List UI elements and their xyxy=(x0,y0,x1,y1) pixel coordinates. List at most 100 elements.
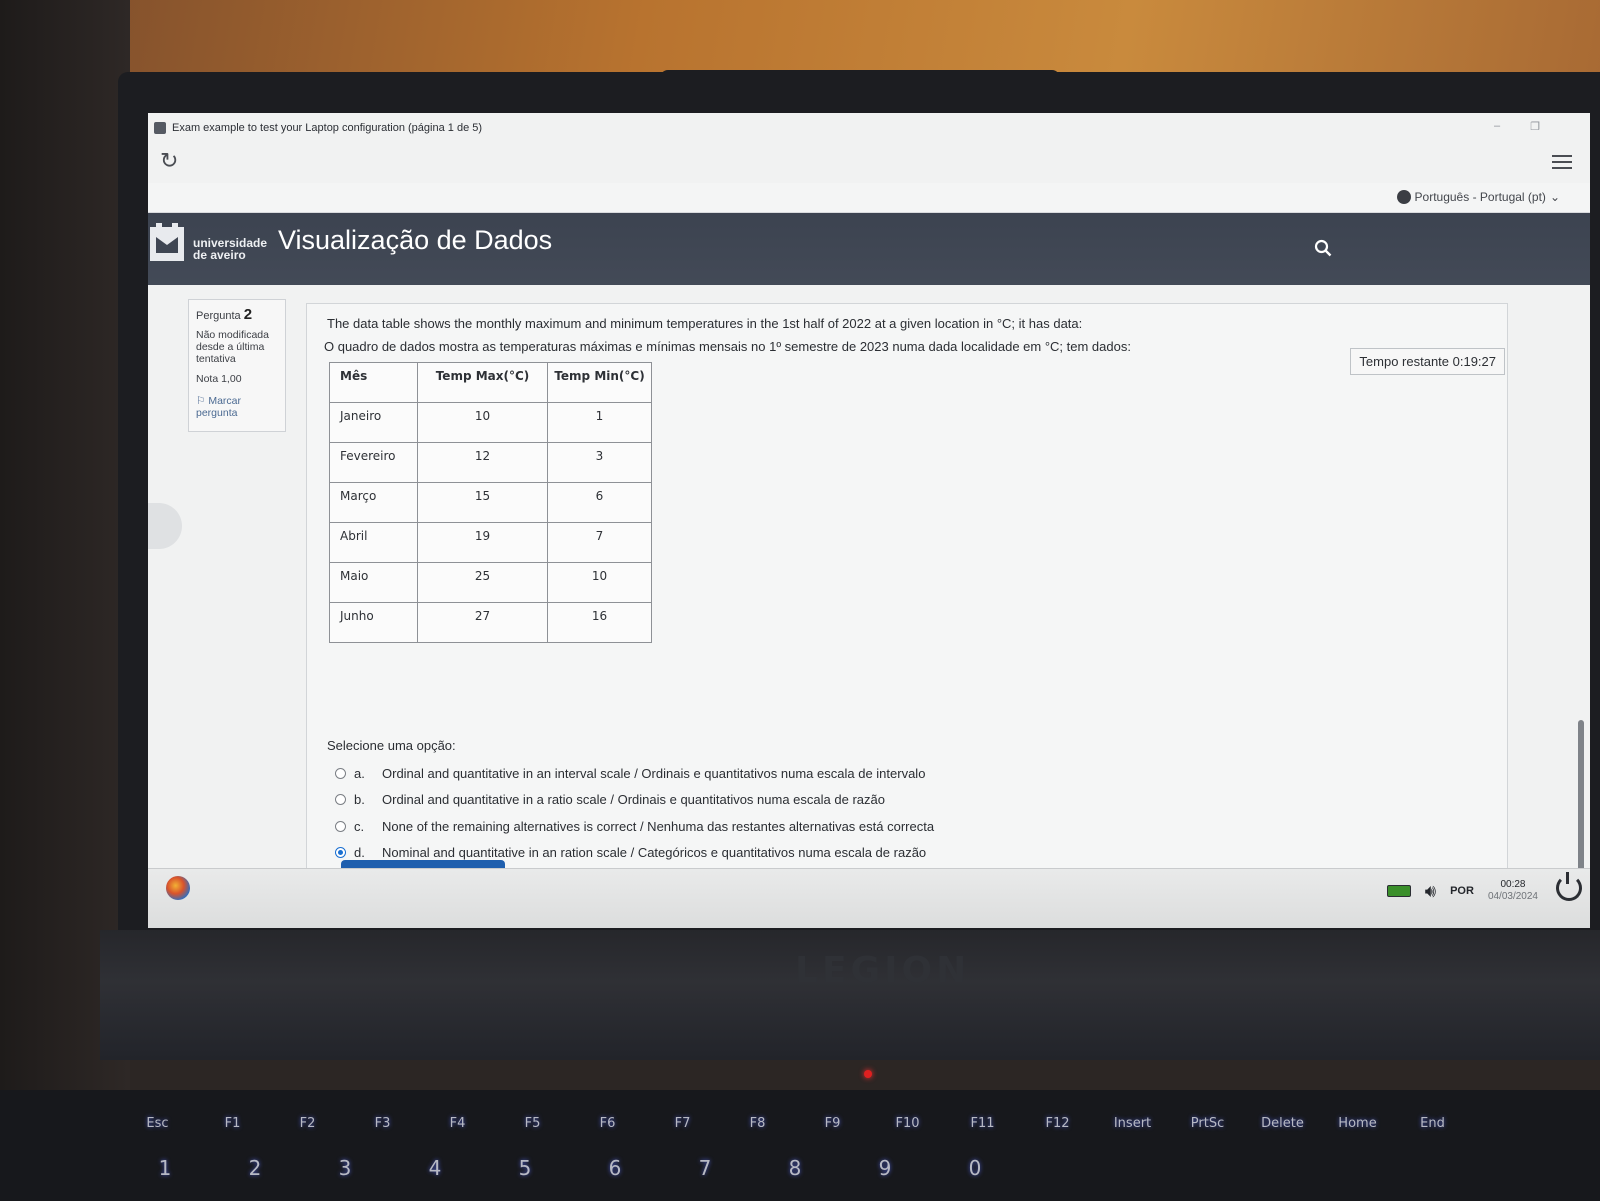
question-label: Pergunta xyxy=(196,310,241,322)
function-key-row: Esc F1 F2 F3 F4 F5 F6 F7 F8 F9 F10 F11 F… xyxy=(120,1116,1470,1131)
option-b[interactable]: b. Ordinal and quantitative in a ratio s… xyxy=(335,787,934,814)
start-menu-icon[interactable] xyxy=(166,876,190,900)
course-title[interactable]: Visualização de Dados xyxy=(278,225,552,256)
key: PrtSc xyxy=(1190,1116,1225,1131)
minimize-button[interactable]: – xyxy=(1494,120,1500,133)
key: F2 xyxy=(299,1116,316,1131)
power-icon[interactable] xyxy=(1556,872,1582,901)
clock-date: 04/03/2024 xyxy=(1487,891,1538,902)
key: 6 xyxy=(608,1156,622,1180)
option-a[interactable]: a. Ordinal and quantitative in an interv… xyxy=(335,760,934,787)
flag-icon: ⚐ xyxy=(196,395,206,407)
system-tray: 🔊︎ POR 00:28 04/03/2024 xyxy=(1386,879,1538,903)
radio-option-a[interactable] xyxy=(335,767,346,779)
key: End xyxy=(1420,1116,1445,1131)
radio-option-b[interactable] xyxy=(335,794,346,806)
radio-option-c[interactable] xyxy=(335,820,346,832)
question-state: Não modificada desde a última tentativa xyxy=(196,329,269,365)
table-cell: 15 xyxy=(417,482,548,523)
table-cell: 10 xyxy=(547,562,652,603)
key: 3 xyxy=(338,1156,352,1180)
key: F11 xyxy=(970,1116,995,1131)
table-cell: 16 xyxy=(547,602,652,643)
table-row: Abril 19 7 xyxy=(329,522,652,563)
key: F9 xyxy=(824,1116,841,1131)
table-cell: 25 xyxy=(417,562,548,603)
search-icon[interactable] xyxy=(1314,239,1332,257)
key: F6 xyxy=(599,1116,616,1131)
site-header: universidade de aveiro Visualização de D… xyxy=(148,213,1590,285)
key: F3 xyxy=(374,1116,391,1131)
system-clock[interactable]: 00:28 04/03/2024 xyxy=(1488,879,1538,903)
radio-option-d[interactable] xyxy=(335,847,346,859)
language-selector[interactable]: Português - Portugal (pt) ⌄ xyxy=(1396,190,1560,204)
key: Insert xyxy=(1113,1116,1152,1131)
table-cell: 27 xyxy=(417,602,548,643)
option-text: Nominal and quantitative in an ration sc… xyxy=(382,845,927,861)
option-letter: a. xyxy=(354,765,365,781)
university-logo-icon[interactable] xyxy=(148,223,186,265)
table-row: Fevereiro 12 3 xyxy=(329,442,652,483)
answer-options: a. Ordinal and quantitative in an interv… xyxy=(335,760,934,866)
table-row: Maio 25 10 xyxy=(329,562,652,603)
data-table: Mês Temp Max(°C) Temp Min(°C) Janeiro 10… xyxy=(329,362,652,643)
table-cell: Abril xyxy=(329,522,418,563)
question-box: The data table shows the monthly maximum… xyxy=(306,303,1508,884)
key: 5 xyxy=(518,1156,532,1180)
table-row: Janeiro 10 1 xyxy=(329,402,652,443)
key: Home xyxy=(1338,1116,1377,1131)
key: F10 xyxy=(895,1116,920,1131)
logo-line-2: de aveiro xyxy=(193,248,246,262)
select-option-prompt: Selecione uma opção: xyxy=(327,738,456,753)
option-letter: b. xyxy=(354,792,365,808)
table-cell: 3 xyxy=(547,442,652,483)
language-bar: Português - Portugal (pt) ⌄ xyxy=(148,183,1590,213)
os-taskbar: 🔊︎ POR 00:28 04/03/2024 xyxy=(148,868,1590,928)
key: F7 xyxy=(674,1116,691,1131)
table-cell: Junho xyxy=(329,602,418,643)
key: 2 xyxy=(248,1156,262,1180)
university-name[interactable]: universidade de aveiro xyxy=(193,237,267,261)
number-key-row: 1 2 3 4 5 6 7 8 9 0 xyxy=(120,1156,1020,1180)
quiz-content: Pergunta 2 Não modificada desde a última… xyxy=(148,285,1590,928)
drawer-toggle[interactable] xyxy=(148,503,182,549)
time-remaining: Tempo restante 0:19:27 xyxy=(1350,348,1505,375)
key: F4 xyxy=(449,1116,466,1131)
browser-toolbar: ↻ xyxy=(148,143,1590,183)
laptop-keyboard xyxy=(0,1090,1600,1201)
question-number: Pergunta 2 xyxy=(196,306,278,323)
table-cell: 6 xyxy=(547,482,652,523)
option-letter: c. xyxy=(354,818,365,834)
keyboard-language[interactable]: POR xyxy=(1450,885,1474,897)
app-icon xyxy=(154,122,166,134)
reload-icon[interactable]: ↻ xyxy=(160,149,178,174)
table-cell: 7 xyxy=(547,522,652,563)
window-title: Exam example to test your Laptop configu… xyxy=(172,122,483,134)
power-led xyxy=(864,1070,872,1078)
flag-question-link[interactable]: ⚐ Marcar pergunta xyxy=(196,395,278,419)
globe-icon xyxy=(1396,190,1411,204)
option-text: Ordinal and quantitative in an interval … xyxy=(382,765,926,781)
table-cell: Maio xyxy=(329,562,418,603)
table-cell: Janeiro xyxy=(329,402,418,443)
battery-icon[interactable] xyxy=(1386,885,1411,897)
chevron-down-icon: ⌄ xyxy=(1549,190,1560,204)
table-header: Mês xyxy=(329,362,418,403)
option-letter: d. xyxy=(354,845,365,861)
key: Esc xyxy=(146,1116,169,1131)
window-titlebar: Exam example to test your Laptop configu… xyxy=(148,113,1590,143)
option-c[interactable]: c. None of the remaining alternatives is… xyxy=(335,813,934,840)
question-text-en: The data table shows the monthly maximum… xyxy=(327,316,1083,331)
table-cell: 10 xyxy=(417,402,548,443)
key: F1 xyxy=(224,1116,241,1131)
key: F5 xyxy=(524,1116,541,1131)
key: 1 xyxy=(158,1156,172,1180)
hamburger-menu-icon[interactable] xyxy=(1552,151,1572,173)
key: 7 xyxy=(698,1156,712,1180)
restore-button[interactable]: ❐ xyxy=(1530,120,1540,133)
key: 9 xyxy=(878,1156,892,1180)
key: 8 xyxy=(788,1156,802,1180)
question-text-pt: O quadro de dados mostra as temperaturas… xyxy=(324,339,1131,354)
table-cell: Fevereiro xyxy=(329,442,418,483)
volume-icon[interactable]: 🔊︎ xyxy=(1425,881,1436,902)
